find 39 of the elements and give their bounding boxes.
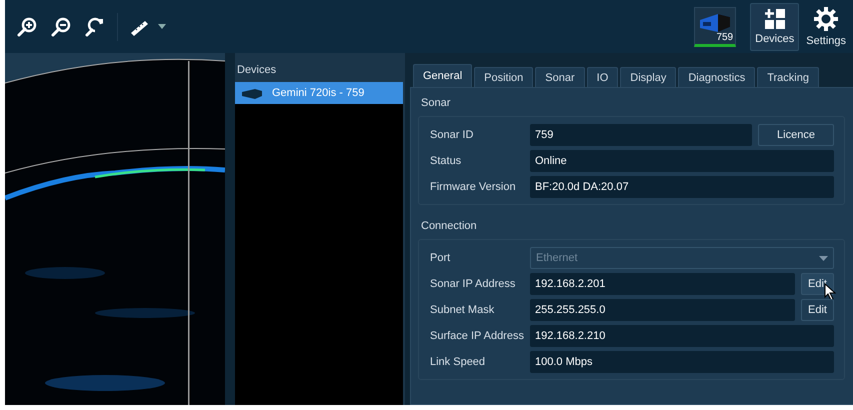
field-label: Surface IP Address	[430, 329, 524, 343]
field-label: Status	[430, 154, 462, 168]
text-field[interactable]: 255.255.255.0	[530, 299, 796, 321]
edit-button[interactable]: Edit	[801, 299, 834, 321]
tab[interactable]: IO	[586, 67, 618, 87]
tab[interactable]: General	[413, 64, 472, 87]
section-title: Connection	[420, 219, 478, 234]
field-label: Subnet Mask	[430, 303, 496, 317]
zoom-out-icon	[50, 16, 72, 38]
licence-button[interactable]: Licence	[758, 124, 834, 146]
sonar-device-icon	[698, 12, 732, 34]
tab[interactable]: Position	[474, 67, 534, 87]
settings-button[interactable]: Settings	[801, 2, 851, 50]
section-title: Sonar	[420, 96, 452, 111]
tab[interactable]: Tracking	[757, 67, 819, 87]
panel-title: Devices	[236, 63, 278, 78]
text-field[interactable]: 192.168.2.210	[530, 325, 834, 347]
reset-icon	[84, 16, 106, 38]
text-field[interactable]: 100.0 Mbps	[530, 351, 834, 373]
field-label: Sonar IP Address	[430, 277, 516, 291]
tab[interactable]: Sonar	[535, 67, 585, 87]
text-field[interactable]: BF:20.0d DA:20.07	[530, 176, 834, 198]
devices-button[interactable]: Devices	[750, 2, 800, 50]
tab[interactable]: Display	[620, 67, 676, 87]
sonar-device-icon	[241, 88, 263, 98]
field-label: Firmware Version	[430, 180, 517, 194]
text-field[interactable]: 192.168.2.201	[530, 273, 796, 295]
field-label: Sonar ID	[430, 128, 474, 142]
tab[interactable]: Diagnostics	[678, 67, 756, 87]
caret-icon[interactable]	[158, 24, 166, 29]
device-button[interactable]: 759	[694, 6, 736, 46]
text-field[interactable]: Online	[530, 150, 834, 172]
zoom-in-icon	[16, 16, 38, 38]
field-label: Link Speed	[430, 355, 486, 369]
device-number: 759	[716, 32, 734, 42]
grid-plus-icon	[764, 8, 785, 28]
caret-icon	[819, 256, 828, 260]
field-label: Port	[430, 251, 452, 265]
text-field[interactable]: 759	[530, 124, 752, 146]
